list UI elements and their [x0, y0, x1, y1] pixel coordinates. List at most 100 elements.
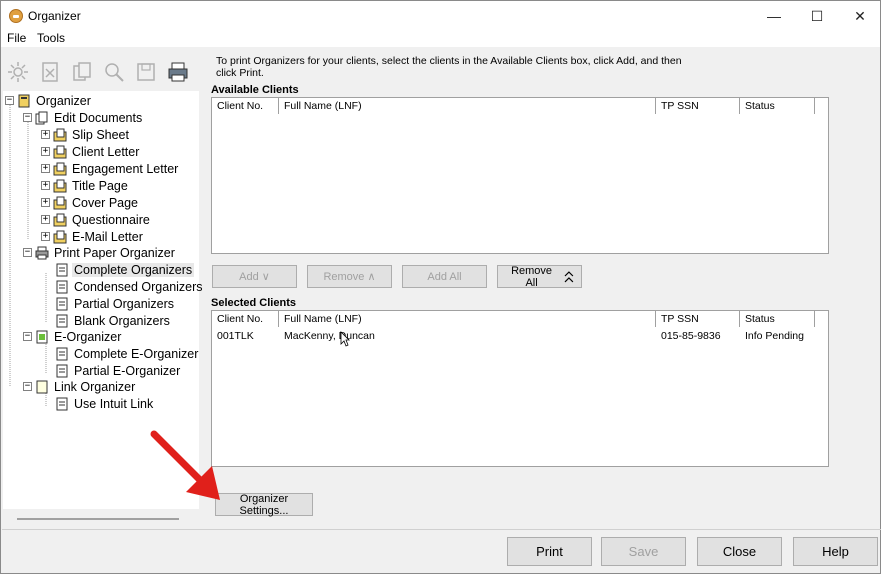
- expand-icon[interactable]: +: [41, 198, 50, 207]
- tree-node-print-paper-organizer[interactable]: − Print Paper Organizer: [23, 244, 177, 261]
- e-organizer-icon: [36, 330, 48, 343]
- document-icon: [56, 280, 68, 293]
- tree-node-use-intuit-link[interactable]: Use Intuit Link: [55, 395, 155, 412]
- footer-separator: [2, 529, 881, 530]
- document-icon: [56, 297, 68, 310]
- available-clients-title: Available Clients: [211, 84, 299, 96]
- available-grid-header: Client No. Full Name (LNF) TP SSN Status: [212, 98, 815, 114]
- document-icon: [56, 347, 68, 360]
- folder-page-icon: [53, 162, 67, 175]
- text-cursor-icon: [340, 331, 350, 347]
- toolbar: [3, 53, 203, 91]
- save-disk-icon[interactable]: [135, 61, 157, 83]
- folder-page-icon: [53, 196, 67, 209]
- tree-node-link-organizer[interactable]: − Link Organizer: [23, 378, 137, 395]
- collapse-icon[interactable]: −: [23, 332, 32, 341]
- tree-node-engagement-letter[interactable]: + Engagement Letter: [41, 160, 180, 177]
- tree-node-blank-organizers[interactable]: Blank Organizers: [55, 312, 172, 329]
- folder-page-icon: [53, 179, 67, 192]
- organizer-book-icon: [18, 94, 30, 107]
- cell-tp-ssn: 015-85-9836: [661, 330, 721, 342]
- selected-grid-header: Client No. Full Name (LNF) TP SSN Status: [212, 311, 815, 327]
- close-window-button[interactable]: ✕: [837, 1, 881, 31]
- instructions-text: To print Organizers for your clients, se…: [216, 55, 682, 79]
- folder-page-icon: [53, 230, 67, 243]
- collapse-icon[interactable]: −: [5, 96, 14, 105]
- remove-all-label: Remove All: [511, 264, 553, 289]
- printer-icon[interactable]: [167, 61, 189, 83]
- document-x-icon[interactable]: [39, 61, 61, 83]
- app-icon: [9, 9, 23, 23]
- folder-page-icon: [53, 213, 67, 226]
- double-chevron-up-icon: [564, 270, 574, 282]
- menu-file[interactable]: File: [7, 31, 26, 45]
- column-header-client-no[interactable]: Client No.: [212, 98, 279, 114]
- minimize-button[interactable]: —: [751, 1, 797, 31]
- tree-node-condensed-organizers[interactable]: Condensed Organizers: [55, 278, 205, 295]
- tree-node-partial-organizers[interactable]: Partial Organizers: [55, 295, 176, 312]
- column-header-status[interactable]: Status: [740, 98, 815, 114]
- tree-node-e-organizer[interactable]: − E-Organizer: [23, 328, 123, 345]
- available-clients-grid[interactable]: Client No. Full Name (LNF) TP SSN Status: [211, 97, 829, 254]
- tree-node-questionnaire[interactable]: + Questionnaire: [41, 211, 152, 228]
- tree-node-email-letter[interactable]: + E-Mail Letter: [41, 228, 145, 245]
- tree-scrollbar[interactable]: [17, 518, 179, 520]
- collapse-icon[interactable]: −: [23, 248, 32, 257]
- printer-icon: [35, 246, 49, 259]
- tree-node-client-letter[interactable]: + Client Letter: [41, 143, 141, 160]
- cell-status: Info Pending: [745, 330, 804, 342]
- folder-page-icon: [53, 128, 67, 141]
- tree-node-cover-page[interactable]: + Cover Page: [41, 194, 140, 211]
- expand-icon[interactable]: +: [41, 215, 50, 224]
- save-button[interactable]: Save: [601, 537, 686, 566]
- expand-icon[interactable]: +: [41, 130, 50, 139]
- expand-icon[interactable]: +: [41, 164, 50, 173]
- print-button[interactable]: Print: [507, 537, 592, 566]
- cell-full-name: MacKenny, Duncan: [284, 330, 375, 342]
- table-row[interactable]: 001TLK MacKenny, Duncan 015-85-9836 Info…: [212, 328, 820, 344]
- tree-node-complete-e-organizer[interactable]: Complete E-Organizer: [55, 345, 200, 362]
- column-header-tp-ssn[interactable]: TP SSN: [656, 98, 740, 114]
- menu-tools[interactable]: Tools: [37, 31, 65, 45]
- document-icon: [56, 364, 68, 377]
- column-header-status[interactable]: Status: [740, 311, 815, 327]
- cell-client-no: 001TLK: [217, 330, 254, 342]
- window-title: Organizer: [28, 9, 81, 23]
- documents-stack-icon: [35, 111, 48, 124]
- column-header-client-no[interactable]: Client No.: [212, 311, 279, 327]
- collapse-icon[interactable]: −: [23, 113, 32, 122]
- link-document-icon: [36, 380, 48, 393]
- expand-icon[interactable]: +: [41, 147, 50, 156]
- collapse-icon[interactable]: −: [23, 382, 32, 391]
- maximize-button[interactable]: ☐: [794, 1, 840, 31]
- selected-clients-grid[interactable]: Client No. Full Name (LNF) TP SSN Status…: [211, 310, 829, 467]
- add-button[interactable]: Add ∨: [212, 265, 297, 288]
- tree-node-complete-organizers[interactable]: Complete Organizers: [55, 261, 195, 278]
- preview-magnify-icon[interactable]: [103, 61, 125, 83]
- tree-node-organizer[interactable]: − Organizer: [5, 92, 93, 109]
- document-icon: [56, 314, 68, 327]
- help-button[interactable]: Help: [793, 537, 878, 566]
- tree-node-slip-sheet[interactable]: + Slip Sheet: [41, 126, 131, 143]
- column-header-tp-ssn[interactable]: TP SSN: [656, 311, 740, 327]
- add-all-button[interactable]: Add All: [402, 265, 487, 288]
- expand-icon[interactable]: +: [41, 232, 50, 241]
- close-button[interactable]: Close: [697, 537, 782, 566]
- folder-page-icon: [53, 145, 67, 158]
- tree-node-title-page[interactable]: + Title Page: [41, 177, 130, 194]
- expand-icon[interactable]: +: [41, 181, 50, 190]
- tree-node-edit-documents[interactable]: − Edit Documents: [23, 109, 144, 126]
- column-header-full-name[interactable]: Full Name (LNF): [279, 98, 656, 114]
- tree-node-partial-e-organizer[interactable]: Partial E-Organizer: [55, 362, 182, 379]
- copy-document-icon[interactable]: [71, 61, 93, 83]
- document-icon: [56, 397, 68, 410]
- menu-bar: File Tools: [1, 31, 880, 47]
- organizer-window: Organizer — ☐ ✕ File Tools To print Orga…: [0, 0, 881, 574]
- organizer-settings-button[interactable]: Organizer Settings...: [215, 493, 313, 517]
- column-header-full-name[interactable]: Full Name (LNF): [279, 311, 656, 327]
- remove-all-button[interactable]: Remove All: [497, 264, 582, 289]
- title-bar: Organizer — ☐ ✕: [1, 1, 880, 31]
- sun-icon[interactable]: [7, 61, 29, 83]
- remove-button[interactable]: Remove ∧: [307, 265, 392, 288]
- selected-clients-title: Selected Clients: [211, 297, 296, 309]
